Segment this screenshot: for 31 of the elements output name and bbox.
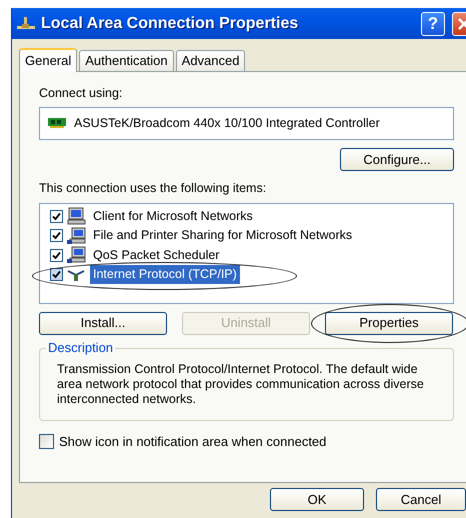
list-item[interactable]: File and Printer Sharing for Microsoft Networks	[90, 226, 356, 246]
tab[interactable]: Authentication	[79, 50, 174, 71]
help-button[interactable]: ?	[421, 12, 445, 36]
computer-icon	[67, 246, 86, 264]
configure-button[interactable]: Configure...	[340, 148, 454, 171]
list-item[interactable]: QoS Packet Scheduler	[90, 246, 222, 265]
list-item[interactable]: Client for Microsoft Networks	[90, 206, 256, 226]
group-legend: Description	[46, 340, 116, 354]
checkbox[interactable]	[50, 268, 63, 282]
tab[interactable]: General	[19, 48, 78, 72]
cancel-button[interactable]: Cancel	[376, 488, 466, 511]
network-card-icon	[48, 117, 66, 130]
items-label: This connection uses the following items:	[39, 180, 268, 197]
connect-using-label: Connect using:	[39, 85, 124, 102]
adapter-field: ASUSTeK/Broadcom 440x 10/100 Integrated Controller	[39, 106, 454, 140]
computer-icon	[67, 207, 86, 226]
ok-button[interactable]: OK	[270, 488, 364, 511]
action-button[interactable]: Install...	[39, 312, 167, 334]
window-title: Local Area Connection Properties	[41, 14, 298, 34]
list-item[interactable]: Internet Protocol (TCP/IP)	[90, 265, 240, 284]
checkbox[interactable]	[50, 210, 63, 223]
description-text: Transmission Control Protocol/Internet Protocol. The default wide area network protocol that provides communication across diverse interconnected networks.	[57, 362, 425, 406]
tab[interactable]: Advanced	[176, 50, 246, 71]
computer-icon	[67, 226, 86, 245]
checkbox[interactable]	[39, 434, 54, 449]
protocol-icon	[67, 268, 86, 282]
properties-button[interactable]: Properties	[325, 312, 453, 334]
checkbox[interactable]	[50, 229, 63, 242]
network-plug-icon	[16, 16, 36, 32]
checkbox-label[interactable]: Show icon in notification area when connected	[59, 432, 326, 451]
checkbox[interactable]	[50, 248, 63, 262]
